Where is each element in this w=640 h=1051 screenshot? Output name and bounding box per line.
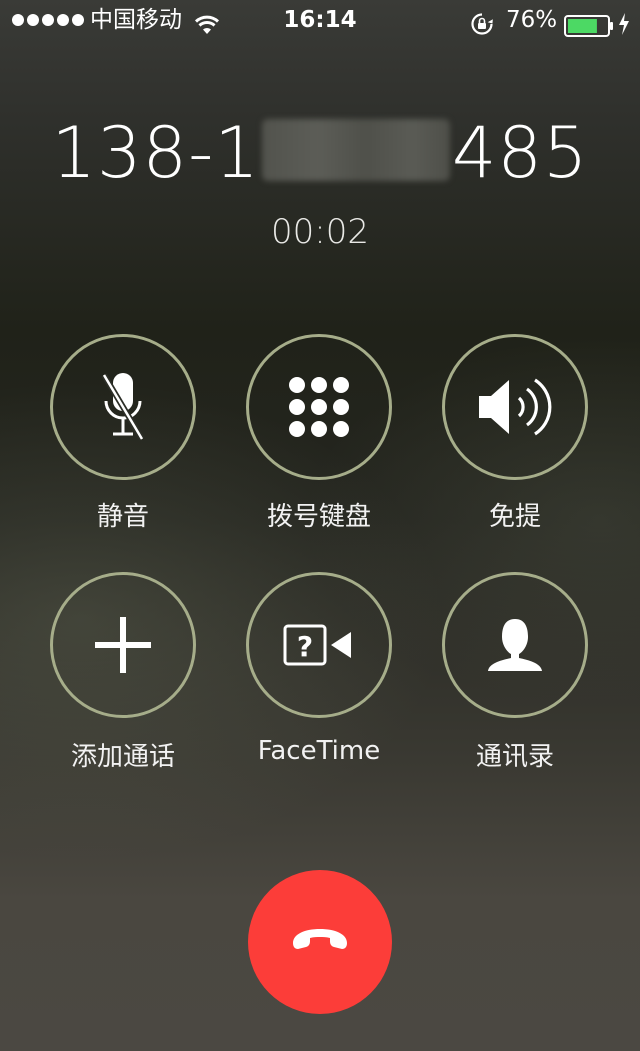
- charging-icon: [617, 9, 631, 49]
- svg-text:?: ?: [297, 630, 313, 663]
- plus-icon: [95, 617, 151, 673]
- keypad-label: 拨号键盘: [266, 502, 371, 532]
- rotation-lock-icon: [470, 9, 494, 49]
- speaker-icon: [477, 374, 553, 440]
- caller-number-suffix: 485: [451, 112, 589, 194]
- facetime-label: FaceTime: [257, 736, 381, 766]
- speaker-label: 免提: [488, 502, 541, 532]
- keypad-icon: [288, 376, 350, 438]
- contacts-icon: [486, 617, 544, 673]
- caller-number: 138-1 485: [0, 112, 640, 194]
- call-duration: 00:02: [271, 212, 369, 252]
- redacted-digits: [261, 119, 450, 181]
- caller-number-prefix: 138-1: [51, 112, 260, 194]
- status-bar: 中国移动 16:14 76%: [0, 0, 640, 40]
- contacts-label: 通讯录: [475, 742, 554, 772]
- hang-up-icon: [289, 927, 351, 957]
- speaker-button[interactable]: [442, 334, 588, 480]
- mute-button[interactable]: [50, 334, 196, 480]
- end-call-button[interactable]: [248, 870, 392, 1014]
- muted-microphone-icon: [101, 371, 145, 443]
- contacts-button[interactable]: [442, 572, 588, 718]
- facetime-icon: ?: [283, 624, 355, 666]
- keypad-button[interactable]: [246, 334, 392, 480]
- add-call-button[interactable]: [50, 572, 196, 718]
- battery-icon: [564, 10, 614, 50]
- facetime-button[interactable]: ?: [246, 572, 392, 718]
- add-call-label: 添加通话: [70, 742, 175, 772]
- mute-label: 静音: [96, 502, 149, 532]
- battery-percent: 76%: [506, 7, 558, 33]
